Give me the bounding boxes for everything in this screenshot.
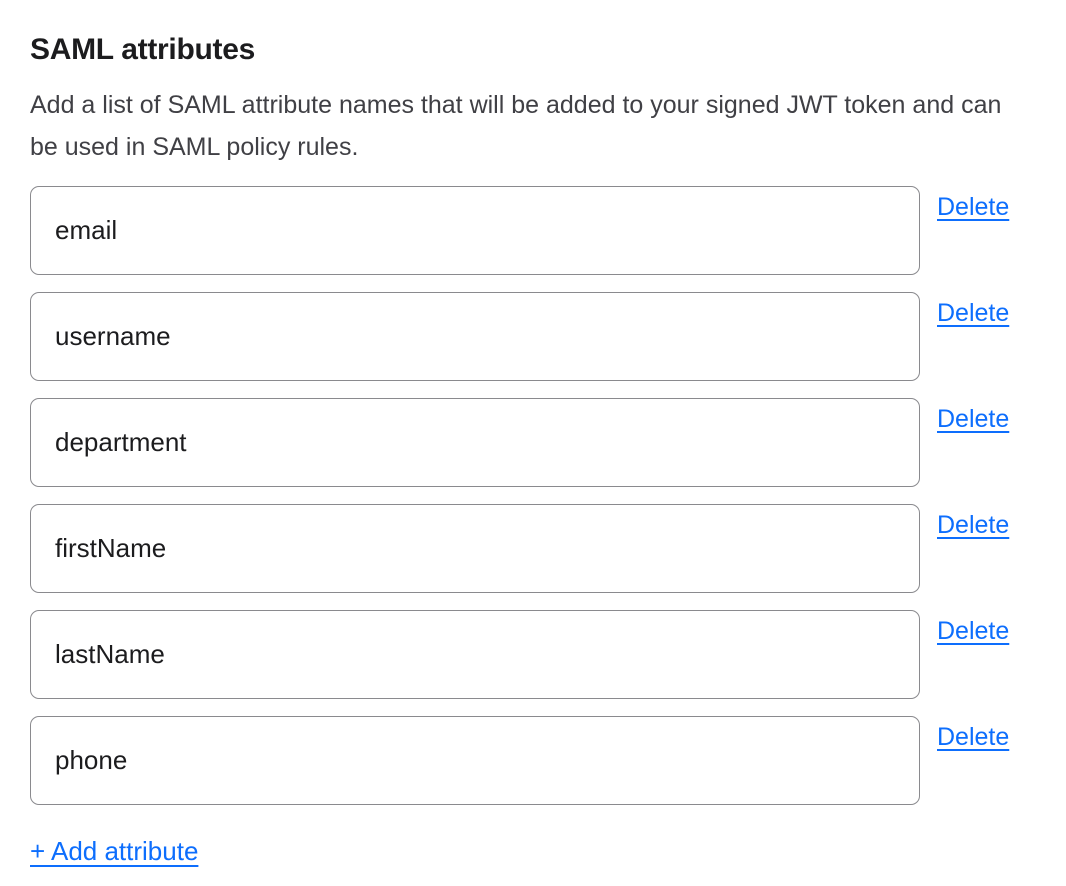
saml-attributes-section: SAML attributes Add a list of SAML attri… bbox=[0, 0, 1066, 867]
attribute-input[interactable] bbox=[30, 716, 920, 805]
delete-link[interactable]: Delete bbox=[937, 298, 1009, 328]
attribute-input[interactable] bbox=[30, 504, 920, 593]
attribute-input[interactable] bbox=[30, 610, 920, 699]
section-description: Add a list of SAML attribute names that … bbox=[30, 84, 1015, 168]
delete-link[interactable]: Delete bbox=[937, 616, 1009, 646]
delete-link[interactable]: Delete bbox=[937, 192, 1009, 222]
attribute-input[interactable] bbox=[30, 398, 920, 487]
attribute-input[interactable] bbox=[30, 186, 920, 275]
attribute-row: Delete bbox=[30, 398, 1066, 487]
section-title: SAML attributes bbox=[30, 32, 1066, 68]
attribute-input[interactable] bbox=[30, 292, 920, 381]
attribute-row: Delete bbox=[30, 504, 1066, 593]
delete-link[interactable]: Delete bbox=[937, 510, 1009, 540]
delete-link[interactable]: Delete bbox=[937, 404, 1009, 434]
attribute-row: Delete bbox=[30, 610, 1066, 699]
attribute-row: Delete bbox=[30, 186, 1066, 275]
attribute-row: Delete bbox=[30, 292, 1066, 381]
delete-link[interactable]: Delete bbox=[937, 722, 1009, 752]
add-attribute-link[interactable]: + Add attribute bbox=[30, 835, 198, 867]
attribute-row: Delete bbox=[30, 716, 1066, 805]
